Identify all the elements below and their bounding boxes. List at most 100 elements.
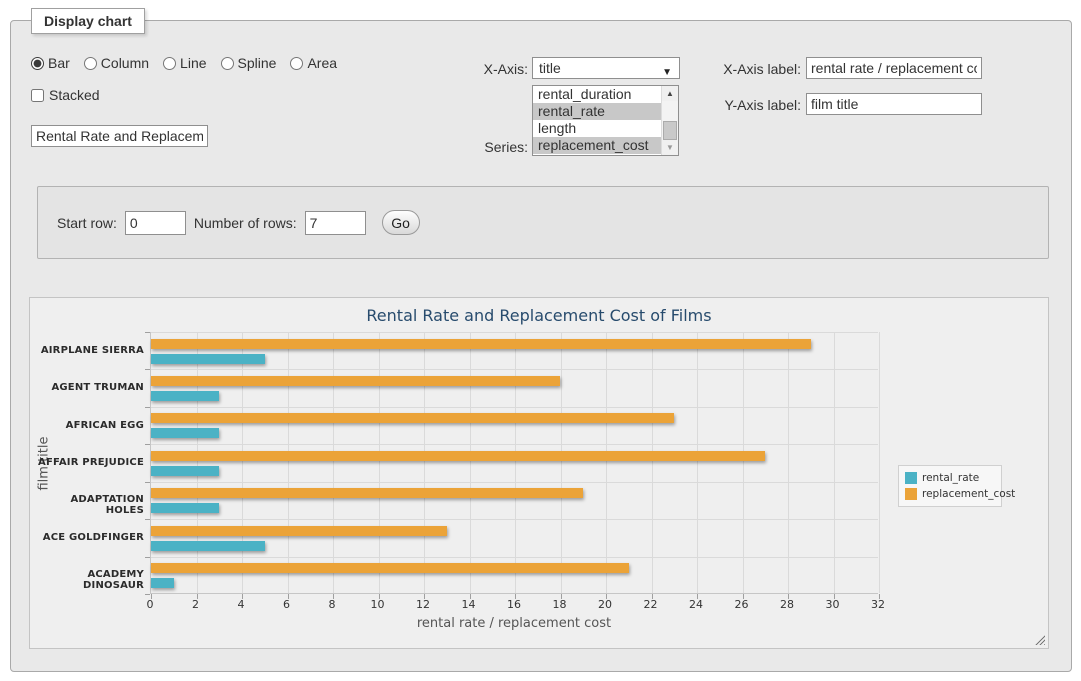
gridline	[151, 519, 878, 520]
series-scrollbar[interactable]: ▲ ▼	[661, 86, 678, 155]
bar-replacement_cost	[151, 488, 583, 498]
chart-type-radio-bar[interactable]	[31, 57, 44, 70]
chart-type-spline[interactable]: Spline	[221, 55, 277, 71]
plot-area	[150, 332, 878, 594]
x-axis-tick-label: 0	[147, 598, 154, 611]
series-option-rental_rate[interactable]: rental_rate	[533, 103, 661, 120]
chart-type-text: Area	[307, 55, 337, 71]
gridline	[697, 332, 698, 593]
y-tick	[145, 332, 150, 333]
panel-title: Display chart	[31, 8, 145, 34]
scroll-down-icon[interactable]: ▼	[662, 140, 678, 155]
legend-item-replacement_cost[interactable]: replacement_cost	[905, 486, 995, 502]
go-button[interactable]: Go	[382, 210, 420, 235]
legend-label: replacement_cost	[922, 488, 1015, 500]
bar-rental_rate	[151, 391, 219, 401]
chart-type-area[interactable]: Area	[290, 55, 337, 71]
series-option-replacement_cost[interactable]: replacement_cost	[533, 137, 661, 154]
gridline	[288, 332, 289, 593]
bar-replacement_cost	[151, 376, 560, 386]
gridline	[151, 557, 878, 558]
chart-type-text: Spline	[238, 55, 277, 71]
chart-type-radio-area[interactable]	[290, 57, 303, 70]
y-tick	[145, 482, 150, 483]
chart-type-text: Column	[101, 55, 149, 71]
gridline	[197, 332, 198, 593]
stacked-checkbox[interactable]	[31, 89, 44, 102]
resize-handle-icon[interactable]	[1034, 634, 1045, 645]
scroll-up-icon[interactable]: ▲	[662, 86, 678, 101]
stacked-option[interactable]: Stacked	[31, 87, 100, 103]
num-rows-input[interactable]	[305, 211, 366, 235]
y-tick	[145, 407, 150, 408]
chart-type-text: Bar	[48, 55, 70, 71]
gridline	[834, 332, 835, 593]
legend-swatch-icon	[905, 472, 917, 484]
y-axis-category-label: AGENT TRUMAN	[30, 382, 144, 393]
x-axis-tick-label: 26	[735, 598, 749, 611]
scrollbar-thumb[interactable]	[663, 121, 677, 140]
gridline	[879, 332, 880, 593]
series-label: Series:	[431, 139, 528, 155]
chart-y-axis-labels: AIRPLANE SIERRA AGENT TRUMAN AFRICAN EGG AF…	[30, 332, 144, 594]
gridline	[743, 332, 744, 593]
num-rows-label: Number of rows:	[194, 215, 297, 231]
y-tick	[145, 594, 150, 595]
start-row-input[interactable]	[125, 211, 186, 235]
chart-type-text: Line	[180, 55, 206, 71]
series-listbox[interactable]: rental_durationrental_ratelengthreplacem…	[532, 85, 679, 156]
chart-type-radio-column[interactable]	[84, 57, 97, 70]
gridline	[652, 332, 653, 593]
row-controls-box: Start row: Number of rows: Go	[37, 186, 1049, 259]
y-axis-label-input[interactable]	[806, 93, 982, 115]
x-axis-tick-label: 12	[416, 598, 430, 611]
chart-x-axis-labels: 02468101214161820222426283032	[30, 598, 1050, 612]
bar-replacement_cost	[151, 413, 674, 423]
gridline	[151, 482, 878, 483]
chart-legend: rental_ratereplacement_cost	[898, 465, 1002, 507]
x-axis-tick-label: 28	[780, 598, 794, 611]
gridline	[606, 332, 607, 593]
y-tick	[145, 369, 150, 370]
x-axis-tick-label: 18	[553, 598, 567, 611]
legend-item-rental_rate[interactable]: rental_rate	[905, 470, 995, 486]
bar-rental_rate	[151, 354, 265, 364]
chart-type-bar[interactable]: Bar	[31, 55, 70, 71]
x-axis-tick-label: 20	[598, 598, 612, 611]
gridline	[561, 332, 562, 593]
y-axis-category-label: ACE GOLDFINGER	[30, 532, 144, 543]
gridline	[379, 332, 380, 593]
chart-title-input[interactable]	[31, 125, 208, 147]
bar-rental_rate	[151, 503, 219, 513]
chart-type-radio-line[interactable]	[163, 57, 176, 70]
bar-rental_rate	[151, 428, 219, 438]
y-axis-category-label: AFFAIR PREJUDICE	[30, 457, 144, 468]
gridline	[424, 332, 425, 593]
chart-type-line[interactable]: Line	[163, 55, 206, 71]
y-axis-category-label: AFRICAN EGG	[30, 420, 144, 431]
x-axis-select[interactable]: title ▼	[532, 57, 680, 79]
gridline	[242, 332, 243, 593]
y-axis-label-label: Y-Axis label:	[701, 97, 801, 113]
gridline	[151, 369, 878, 370]
x-axis-tick-label: 32	[871, 598, 885, 611]
y-axis-category-label: ADAPTATION HOLES	[30, 494, 144, 516]
chart-container: Rental Rate and Replacement Cost of Film…	[29, 297, 1049, 649]
series-options: rental_durationrental_ratelengthreplacem…	[533, 86, 661, 155]
chart-type-column[interactable]: Column	[84, 55, 149, 71]
gridline	[470, 332, 471, 593]
x-axis-label-input[interactable]	[806, 57, 982, 79]
bar-rental_rate	[151, 578, 174, 588]
y-tick	[145, 557, 150, 558]
series-option-length[interactable]: length	[533, 120, 661, 137]
x-axis-selected-value: title	[539, 60, 561, 76]
x-axis-tick-label: 2	[192, 598, 199, 611]
bar-replacement_cost	[151, 339, 811, 349]
y-axis-category-label: AIRPLANE SIERRA	[30, 345, 144, 356]
gridline	[151, 332, 878, 333]
x-axis-tick-label: 6	[283, 598, 290, 611]
bar-replacement_cost	[151, 451, 765, 461]
chart-type-radio-spline[interactable]	[221, 57, 234, 70]
series-option-rental_duration[interactable]: rental_duration	[533, 86, 661, 103]
bar-replacement_cost	[151, 563, 629, 573]
